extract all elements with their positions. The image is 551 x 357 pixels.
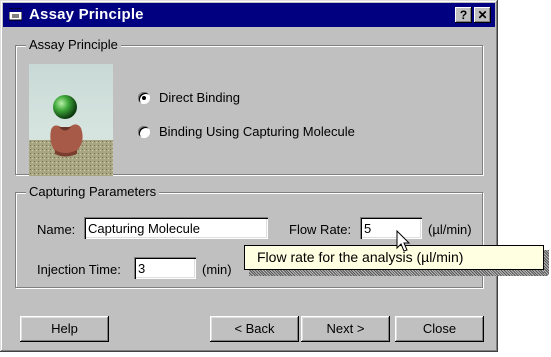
tooltip-shadow-side: [544, 250, 549, 275]
radio-direct-binding[interactable]: Direct Binding: [138, 90, 240, 105]
next-button[interactable]: Next >: [301, 316, 390, 342]
assay-principle-dialog: Assay Principle ? ✕ Assay Principle Dire…: [0, 0, 498, 352]
assay-principle-group: Assay Principle Direct Binding Binding U…: [15, 37, 483, 176]
flow-rate-label: Flow Rate:: [289, 222, 352, 237]
close-button[interactable]: Close: [395, 316, 484, 342]
capturing-parameters-legend: Capturing Parameters: [26, 184, 160, 199]
injection-time-field[interactable]: 3: [134, 257, 196, 279]
close-x-icon[interactable]: ✕: [474, 7, 491, 23]
radio-button-capturing-molecule[interactable]: [138, 125, 150, 138]
direct-binding-illustration: [29, 95, 113, 176]
window-title: Assay Principle: [29, 6, 144, 23]
flow-rate-tooltip: Flow rate for the analysis (µl/min): [244, 245, 544, 270]
tooltip-shadow: [249, 270, 548, 276]
title-bar[interactable]: Assay Principle ? ✕: [3, 3, 495, 27]
injection-time-label: Injection Time:: [37, 262, 121, 277]
assay-illustration: [29, 64, 113, 176]
name-label: Name:: [37, 222, 76, 237]
help-question-icon[interactable]: ?: [455, 7, 472, 23]
help-button[interactable]: Help: [20, 316, 109, 342]
injection-time-unit: (min): [202, 262, 232, 277]
radio-button-direct-binding[interactable]: [138, 91, 150, 104]
mouse-pointer-icon: [396, 230, 411, 252]
radio-capturing-molecule[interactable]: Binding Using Capturing Molecule: [138, 124, 355, 139]
back-button[interactable]: < Back: [210, 316, 299, 342]
name-field[interactable]: Capturing Molecule: [84, 217, 268, 239]
flow-rate-unit: (µl/min): [428, 222, 472, 237]
window-app-icon: [9, 8, 22, 21]
flow-rate-field[interactable]: 5: [360, 217, 422, 239]
radio-label-capturing-molecule: Binding Using Capturing Molecule: [159, 124, 355, 139]
radio-label-direct-binding: Direct Binding: [159, 90, 240, 105]
assay-principle-legend: Assay Principle: [26, 37, 121, 52]
